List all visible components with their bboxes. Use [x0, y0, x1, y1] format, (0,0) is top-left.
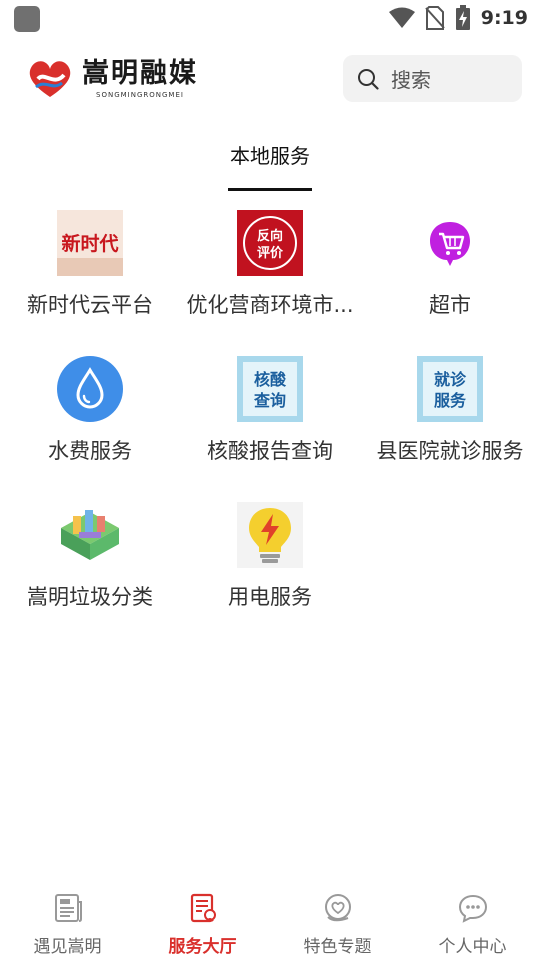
newspaper-icon — [55, 894, 82, 922]
app-icon — [14, 6, 40, 32]
nav-label: 特色专题 — [303, 937, 372, 957]
no-sim-icon — [424, 6, 445, 30]
service-label: 核酸报告查询 — [207, 439, 333, 463]
service-label: 超市 — [429, 293, 471, 317]
nav-label: 个人中心 — [438, 937, 507, 957]
service-garbage-sorting[interactable]: 嵩明垃圾分类 — [0, 497, 180, 637]
tab-indicator — [228, 188, 312, 191]
lightbulb-power-icon — [237, 502, 303, 568]
service-business-environment[interactable]: 反向 评价 优化营商环境市... — [180, 205, 360, 345]
search-icon — [358, 68, 379, 90]
service-label: 水费服务 — [48, 439, 132, 463]
nav-item-personal-center[interactable]: 个人中心 — [405, 880, 540, 960]
battery-charging-icon — [455, 5, 470, 30]
svg-text:新时代: 新时代 — [61, 232, 118, 255]
service-hall-icon — [190, 893, 216, 923]
service-hospital-visit[interactable]: 就诊 服务 县医院就诊服务 — [360, 351, 540, 491]
logo[interactable]: 嵩明融媒 SONGMINGRONGMEI — [24, 54, 214, 104]
search-placeholder: 搜索 — [391, 68, 431, 92]
tab-local-services[interactable]: 本地服务 — [220, 140, 320, 169]
svg-text:评价: 评价 — [257, 246, 284, 261]
service-label: 新时代云平台 — [27, 293, 153, 317]
status-bar: 9:19 — [0, 0, 540, 36]
reverse-evaluation-icon: 反向 评价 — [237, 210, 303, 276]
status-icons: 9:19 — [388, 4, 528, 32]
tab-bar: 本地服务 — [0, 130, 540, 194]
service-electricity[interactable]: 用电服务 — [180, 497, 360, 637]
bottom-nav: 遇见嵩明 服务大厅 特色专题 个人中心 — [0, 880, 540, 960]
hospital-visit-icon: 就诊 服务 — [417, 356, 483, 422]
service-new-era-cloud[interactable]: 新时代 新时代云平台 — [0, 205, 180, 345]
service-water-fee[interactable]: 水费服务 — [0, 351, 180, 491]
nav-item-service-hall[interactable]: 服务大厅 — [135, 880, 270, 960]
service-nucleic-report[interactable]: 核酸 查询 核酸报告查询 — [180, 351, 360, 491]
water-drop-icon — [57, 356, 123, 422]
svg-text:核酸: 核酸 — [254, 370, 287, 389]
search-input[interactable]: 搜索 — [343, 55, 522, 102]
svg-text:就诊: 就诊 — [434, 370, 467, 389]
nucleic-test-icon: 核酸 查询 — [237, 356, 303, 422]
service-label: 县医院就诊服务 — [376, 439, 524, 463]
nav-item-featured-topics[interactable]: 特色专题 — [270, 880, 405, 960]
nav-label: 服务大厅 — [168, 937, 237, 957]
status-time: 9:19 — [480, 7, 528, 29]
service-label: 优化营商环境市... — [186, 293, 354, 317]
service-label: 用电服务 — [228, 585, 312, 609]
chat-bubble-icon — [458, 894, 488, 923]
logo-heart-icon — [29, 61, 71, 97]
logo-text: 嵩明融媒 — [82, 58, 198, 89]
logo-subtext: SONGMINGRONGMEI — [96, 91, 184, 99]
wifi-icon — [388, 7, 415, 28]
service-supermarket[interactable]: 超市 — [360, 205, 540, 345]
nav-item-meet-songming[interactable]: 遇见嵩明 — [0, 880, 135, 960]
svg-text:服务: 服务 — [434, 391, 467, 410]
svg-text:查询: 查询 — [254, 391, 286, 410]
header: 嵩明融媒 SONGMINGRONGMEI 搜索 — [0, 46, 540, 114]
svg-text:反向: 反向 — [257, 228, 283, 244]
nav-label: 遇见嵩明 — [33, 937, 102, 957]
new-era-banner-icon: 新时代 — [57, 210, 123, 276]
shopping-cart-icon — [430, 222, 470, 266]
garbage-sorting-city-icon — [61, 510, 119, 560]
service-label: 嵩明垃圾分类 — [27, 585, 153, 609]
heart-hand-icon — [325, 894, 351, 922]
